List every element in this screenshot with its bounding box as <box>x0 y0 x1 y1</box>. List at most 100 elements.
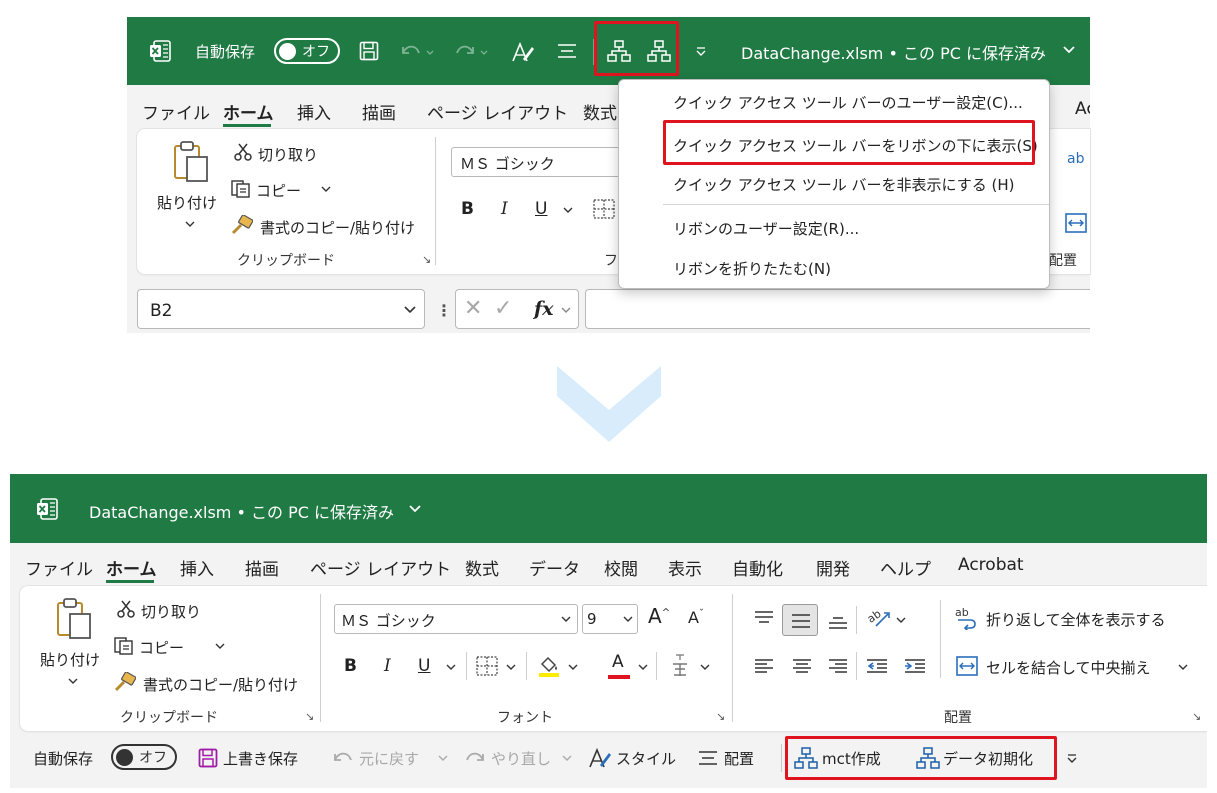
qat-autosave-toggle[interactable]: オフ <box>111 744 177 770</box>
paste-icon-2[interactable] <box>56 598 92 640</box>
underline-button-2[interactable]: U <box>418 656 430 676</box>
clipboard-launcher-icon[interactable]: ↘ <box>422 253 431 266</box>
qat-redo-chevron-down-icon[interactable] <box>562 754 572 762</box>
title-chevron-down-icon[interactable] <box>1062 45 1076 55</box>
qat-align-label[interactable]: 配置 <box>724 748 754 769</box>
borders-icon-2[interactable] <box>476 656 498 676</box>
tab-formulas-2[interactable]: 数式 <box>465 555 499 580</box>
style-icon[interactable] <box>511 41 535 63</box>
wrap-icon-partial[interactable]: ab <box>1067 151 1084 167</box>
tab-file-2[interactable]: ファイル <box>25 555 93 580</box>
undo-icon[interactable] <box>400 41 434 61</box>
copy-label[interactable]: コピー <box>256 180 301 201</box>
tab-view-2[interactable]: 表示 <box>668 555 702 580</box>
align-icon[interactable] <box>557 43 577 59</box>
copy-icon-2[interactable] <box>114 635 134 655</box>
font-launcher-icon-2[interactable]: ↘ <box>716 710 725 723</box>
align-top-icon[interactable] <box>754 610 774 626</box>
borders-chevron-down-icon-2[interactable] <box>506 663 516 671</box>
scissors-icon[interactable] <box>234 143 252 161</box>
tab-review-2[interactable]: 校閲 <box>604 555 638 580</box>
cancel-icon[interactable]: ✕ <box>464 296 482 321</box>
name-box-chevron-down-icon[interactable] <box>404 306 416 314</box>
tab-file[interactable]: ファイル <box>142 99 210 124</box>
formula-bar-grip-icon[interactable]: ⋮ <box>436 301 452 320</box>
decrease-font-size-button[interactable]: Aˇ <box>688 608 704 627</box>
font-color-button-2[interactable]: A <box>612 652 624 672</box>
orientation-chevron-down-icon[interactable] <box>896 616 906 624</box>
qat-style-label[interactable]: スタイル <box>616 748 676 769</box>
title-chevron-down-icon-2[interactable] <box>408 504 422 514</box>
tab-developer-2[interactable]: 開発 <box>816 555 850 580</box>
tab-formulas[interactable]: 数式 <box>583 99 617 124</box>
file-title-2[interactable]: DataChange.xlsm • この PC に保存済み <box>89 499 394 523</box>
phonetic-guide-icon-2[interactable] <box>670 652 690 678</box>
qat-customize-icon-2[interactable] <box>1066 754 1078 764</box>
align-right-icon[interactable] <box>828 658 848 674</box>
increase-font-size-button[interactable]: A^ <box>648 604 670 628</box>
qat-undo-icon[interactable] <box>332 748 354 768</box>
align-center-icon[interactable] <box>792 658 812 674</box>
font-name-combo[interactable]: ＭＳ ゴシック <box>451 147 631 177</box>
paste-chevron-down-icon-2[interactable] <box>68 677 78 685</box>
fx-chevron-down-icon[interactable] <box>561 307 571 315</box>
align-bottom-icon[interactable] <box>828 614 848 630</box>
tab-automate-2[interactable]: 自動化 <box>732 555 783 580</box>
clipboard-launcher-icon-2[interactable]: ↘ <box>305 710 314 723</box>
formula-input[interactable] <box>585 289 1090 329</box>
menu-customize-ribbon[interactable]: リボンのユーザー設定(R)... <box>673 218 859 239</box>
decrease-indent-icon[interactable] <box>866 658 888 674</box>
merge-chevron-down-icon[interactable] <box>1178 663 1188 671</box>
format-painter-label[interactable]: 書式のコピー/貼り付け <box>260 217 415 238</box>
name-box[interactable]: B2 <box>137 289 425 329</box>
fill-color-chevron-down-icon-2[interactable] <box>568 663 578 671</box>
menu-collapse-ribbon[interactable]: リボンを折りたたむ(N) <box>673 258 831 279</box>
format-painter-icon[interactable] <box>231 215 253 235</box>
qat-undo-chevron-down-icon[interactable] <box>438 754 448 762</box>
tab-data-2[interactable]: データ <box>529 555 580 580</box>
insert-function-button[interactable]: fx <box>534 298 554 320</box>
enter-icon[interactable]: ✓ <box>494 296 512 321</box>
copy-chevron-down-icon[interactable] <box>321 185 331 193</box>
font-size-chevron-down-icon-2[interactable] <box>623 616 633 624</box>
cut-label[interactable]: 切り取り <box>258 144 318 165</box>
redo-icon[interactable] <box>454 41 488 61</box>
wrap-text-icon[interactable]: ab <box>954 606 978 630</box>
italic-button-2[interactable]: I <box>384 656 391 676</box>
paste-label[interactable]: 貼り付け <box>157 192 217 213</box>
tab-page-layout-2[interactable]: ページ レイアウト <box>310 555 451 580</box>
copy-label-2[interactable]: コピー <box>139 637 184 658</box>
format-painter-icon-2[interactable] <box>114 672 136 692</box>
tab-home-2[interactable]: ホーム <box>106 555 157 580</box>
phonetic-chevron-down-icon-2[interactable] <box>700 663 710 671</box>
qat-customize-icon[interactable] <box>695 47 707 57</box>
tab-acrobat-2[interactable]: Acrobat <box>958 555 1024 575</box>
qat-save-icon[interactable] <box>198 748 218 768</box>
menu-customize-qat[interactable]: クイック アクセス ツール バーのユーザー設定(C)... <box>673 92 1023 113</box>
underline-button[interactable]: U <box>535 199 547 219</box>
copy-chevron-down-icon-2[interactable] <box>215 642 225 650</box>
merge-center-label[interactable]: セルを結合して中央揃え <box>986 657 1151 678</box>
fill-color-icon-2[interactable] <box>536 654 562 678</box>
tab-insert-2[interactable]: 挿入 <box>180 555 214 580</box>
qat-redo-label[interactable]: やり直し <box>491 748 551 769</box>
align-left-icon[interactable] <box>754 658 774 674</box>
format-painter-label-2[interactable]: 書式のコピー/貼り付け <box>143 674 298 695</box>
orientation-icon[interactable]: ab <box>866 606 892 628</box>
qat-undo-label[interactable]: 元に戻す <box>359 748 419 769</box>
qat-style-icon[interactable] <box>588 747 612 769</box>
tab-home[interactable]: ホーム <box>223 99 274 124</box>
tab-draw[interactable]: 描画 <box>362 99 396 124</box>
merge-center-icon[interactable] <box>956 656 978 676</box>
paste-icon[interactable] <box>173 141 209 183</box>
align-middle-button[interactable] <box>782 604 818 636</box>
paste-chevron-down-icon[interactable] <box>185 220 195 228</box>
increase-indent-icon[interactable] <box>904 658 926 674</box>
tab-page-layout[interactable]: ページ レイアウト <box>427 99 568 124</box>
menu-hide-qat[interactable]: クイック アクセス ツール バーを非表示にする (H) <box>673 174 1014 195</box>
file-title[interactable]: DataChange.xlsm • この PC に保存済み <box>741 40 1046 64</box>
qat-redo-icon[interactable] <box>464 748 486 768</box>
merge-icon-partial[interactable] <box>1065 213 1087 233</box>
tab-insert[interactable]: 挿入 <box>297 99 331 124</box>
tab-draw-2[interactable]: 描画 <box>245 555 279 580</box>
